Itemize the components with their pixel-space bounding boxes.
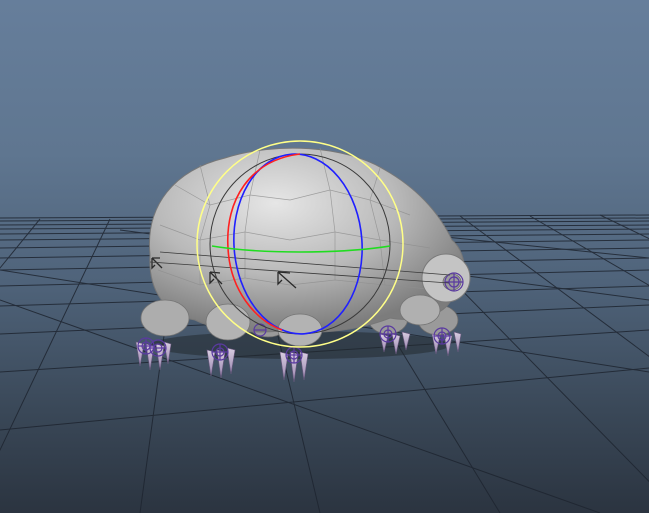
joint-handle[interactable] bbox=[379, 325, 397, 343]
joint-handle[interactable] bbox=[444, 272, 464, 292]
tardigrade-mesh[interactable] bbox=[140, 147, 471, 347]
joint-handle[interactable] bbox=[433, 327, 451, 345]
3d-viewport[interactable] bbox=[0, 0, 649, 513]
joint-handle[interactable] bbox=[137, 337, 155, 355]
joint-handle[interactable] bbox=[285, 346, 303, 364]
joint-handle[interactable] bbox=[211, 343, 229, 361]
scene-canvas[interactable] bbox=[0, 0, 649, 513]
